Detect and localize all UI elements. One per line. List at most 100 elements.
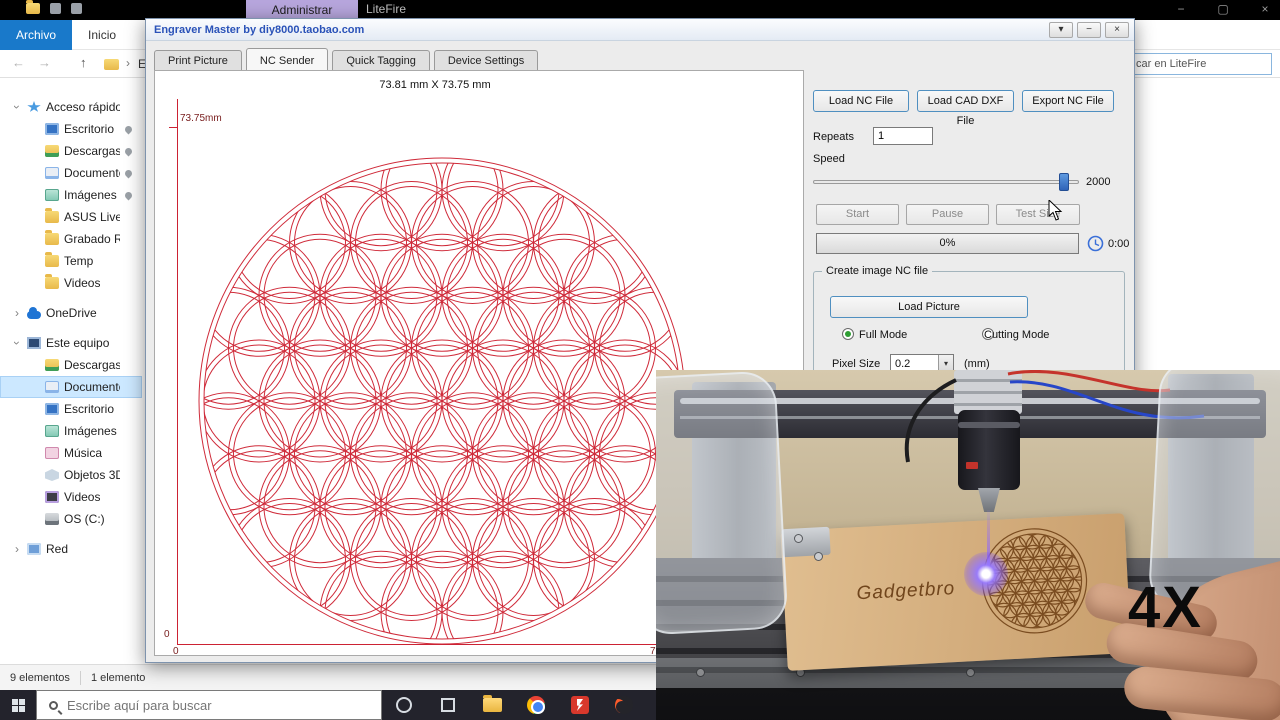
expander-icon[interactable]: › [10, 338, 24, 348]
close-button[interactable]: × [1105, 21, 1129, 38]
elapsed-time: 0:00 [1108, 238, 1130, 250]
start-button[interactable] [0, 690, 36, 720]
window-control-button[interactable]: − [1174, 2, 1188, 16]
forward-icon[interactable]: → [38, 55, 51, 70]
sidebar-item-label: Imágenes [64, 424, 117, 438]
sidebar-item[interactable]: › OneDrive [0, 302, 142, 324]
clamp-bolt-icon [794, 534, 803, 543]
window-control-button[interactable]: ▢ [1216, 2, 1230, 16]
sidebar-item[interactable]: ASUS Live Update [0, 206, 142, 228]
engraver-tab[interactable]: Print Picture [154, 50, 242, 70]
sidebar-item-icon [27, 337, 41, 349]
sidebar-item[interactable]: Grabado Router [0, 228, 142, 250]
sidebar-item[interactable]: Música [0, 442, 142, 464]
expander-icon[interactable]: › [12, 543, 22, 555]
quick-access-toolbar [26, 0, 82, 14]
progress-bar: 0% [816, 233, 1079, 254]
file-explorer-button[interactable] [470, 690, 514, 720]
sidebar-item-label: Grabado Router [64, 232, 120, 246]
sidebar-item-label: Objetos 3D [64, 468, 120, 482]
sidebar-item-icon [27, 101, 41, 112]
explorer-search-input[interactable]: car en LiteFire [1130, 53, 1272, 75]
speed-value: 2000 [1086, 176, 1111, 188]
chrome-button[interactable] [514, 690, 558, 720]
engraver-titlebar[interactable]: Engraver Master by diy8000.taobao.com ▾ … [146, 19, 1134, 41]
sidebar-item[interactable]: Descargas [0, 354, 142, 376]
restore-button[interactable]: ▾ [1049, 21, 1073, 38]
sidebar-item[interactable]: Temp [0, 250, 142, 272]
sidebar-item-icon [45, 123, 59, 135]
sidebar-item[interactable]: Imágenes [0, 420, 142, 442]
sidebar-item-icon [45, 359, 59, 371]
pause-button[interactable]: Pause [906, 204, 989, 225]
browser-button[interactable] [602, 690, 646, 720]
explorer-sidebar: › Acceso rápido Escritorio Descargas Doc… [0, 96, 142, 560]
y-origin-label: 0 [164, 629, 170, 640]
sidebar-item[interactable]: Objetos 3D [0, 464, 142, 486]
taskbar-search-input[interactable] [67, 697, 347, 713]
export-nc-file-button[interactable]: Export NC File [1022, 90, 1114, 112]
task-view-button[interactable] [426, 690, 470, 720]
pin-icon [123, 146, 134, 156]
explorer-icon [482, 695, 502, 712]
sidebar-item[interactable]: › Red [0, 538, 142, 560]
engraver-tab[interactable]: Device Settings [433, 50, 539, 70]
minimize-button[interactable]: − [1077, 21, 1101, 38]
up-icon[interactable]: ↑ [80, 55, 87, 70]
litefire-button[interactable] [558, 690, 602, 720]
sidebar-item[interactable]: Documentos [0, 376, 142, 398]
sidebar-item[interactable]: Descargas [0, 140, 142, 162]
task-view-icon [441, 698, 455, 712]
pin-icon [123, 168, 134, 178]
start-button[interactable]: Start [816, 204, 899, 225]
ribbon-tab[interactable]: Archivo [0, 20, 73, 50]
sidebar-item[interactable]: Escritorio [0, 118, 142, 140]
engraver-tab[interactable]: Quick Tagging [332, 50, 430, 70]
taskbar-search[interactable] [36, 690, 382, 720]
sidebar-item-icon [45, 145, 59, 157]
sidebar-item[interactable]: › Acceso rápido [0, 96, 142, 118]
x-axis-line [177, 644, 679, 645]
breadcrumb-folder-icon [104, 59, 119, 70]
expander-icon[interactable]: › [10, 102, 24, 112]
sidebar-item[interactable]: Videos [0, 486, 142, 508]
engraver-tab[interactable]: NC Sender [245, 48, 329, 70]
cortana-icon [396, 697, 412, 713]
video-overlay: Gadgetbro 4X [656, 370, 1280, 720]
sidebar-item-icon [45, 230, 59, 245]
ribbon-tab[interactable]: Inicio [72, 20, 132, 50]
speed-slider-track[interactable] [813, 180, 1079, 184]
sidebar-item[interactable]: Videos [0, 272, 142, 294]
sidebar-item-label: Temp [64, 254, 94, 268]
sidebar-item[interactable]: Escritorio [0, 398, 142, 420]
sidebar-item[interactable]: OS (C:) [0, 508, 142, 530]
full-mode-radio[interactable] [842, 328, 854, 340]
ribbon-context-tab[interactable]: Administrar [246, 0, 358, 20]
folder-icon[interactable] [26, 0, 40, 14]
test-size-button[interactable]: Test Size [996, 204, 1080, 225]
new-folder-icon[interactable] [71, 3, 82, 14]
sidebar-item[interactable]: › Este equipo [0, 332, 142, 354]
pixel-size-label: Pixel Size [832, 358, 881, 370]
sidebar-item[interactable]: Documentos [0, 162, 142, 184]
sidebar-item-icon [45, 189, 59, 201]
cortana-button[interactable] [382, 690, 426, 720]
load-nc-file-button[interactable]: Load NC File [813, 90, 909, 112]
clock-icon [1087, 235, 1104, 252]
screen: Archivo Inicio Comp ← → ↑ › E car en Lit… [0, 0, 1280, 720]
window-control-button[interactable]: × [1258, 2, 1272, 16]
expander-icon[interactable]: › [12, 307, 22, 319]
load-picture-button[interactable]: Load Picture [830, 296, 1028, 318]
sidebar-item-icon [45, 403, 59, 415]
sidebar-item-icon [45, 447, 59, 459]
load-cad-dxf-button[interactable]: Load CAD DXF File [917, 90, 1014, 127]
speed-slider-handle[interactable] [1059, 173, 1069, 191]
properties-icon[interactable] [50, 3, 61, 14]
repeats-input[interactable] [873, 127, 933, 145]
sidebar-item-icon [45, 274, 59, 289]
zoom-factor-label: 4X [1128, 575, 1203, 640]
wood-board: Gadgetbro [780, 513, 1132, 671]
sidebar-item[interactable]: Imágenes [0, 184, 142, 206]
back-icon[interactable]: ← [12, 55, 25, 70]
sidebar-item-label: Descargas [64, 358, 120, 372]
